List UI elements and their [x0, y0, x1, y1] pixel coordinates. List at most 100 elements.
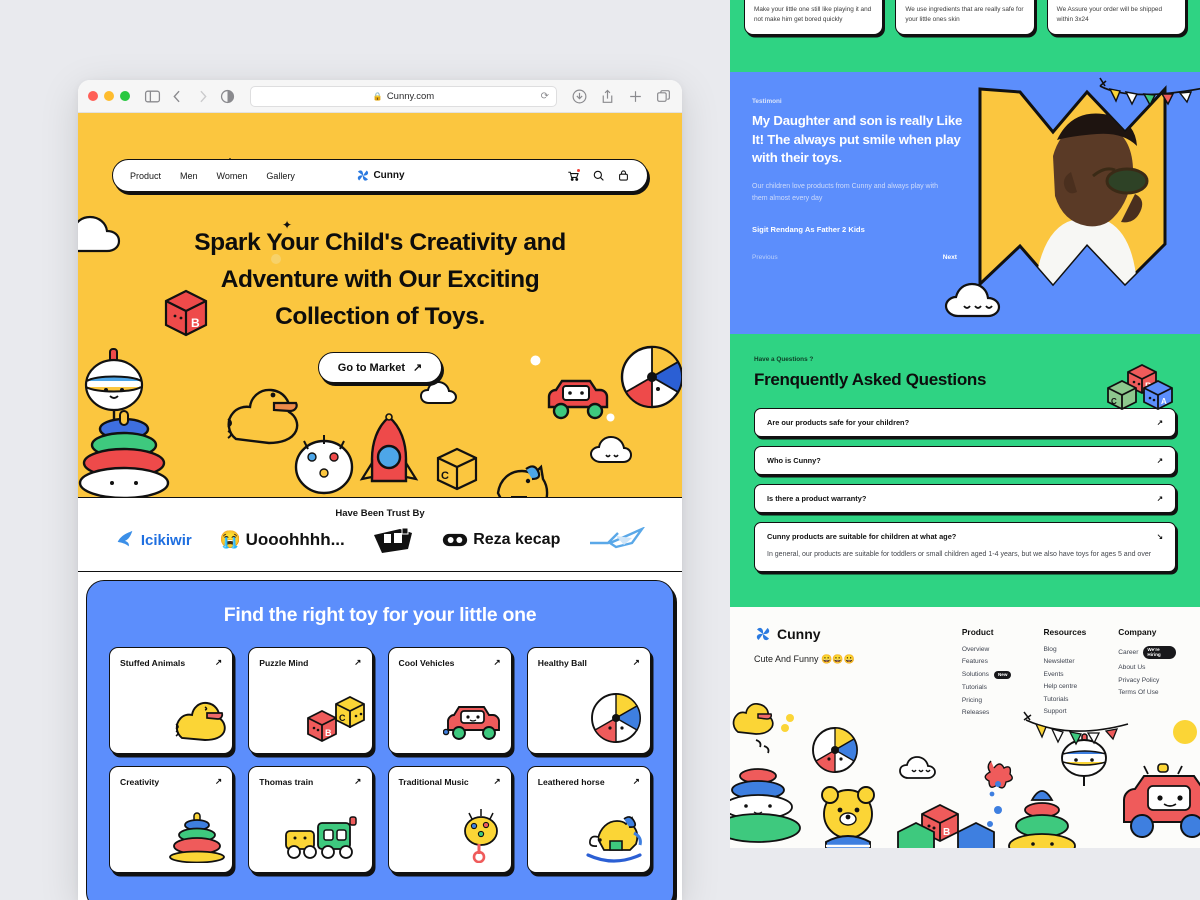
card-label: Stuffed Animals — [120, 657, 186, 668]
train-illustration — [284, 815, 366, 868]
footer-link-help-centre[interactable]: Help centre — [1043, 683, 1086, 690]
bag-icon[interactable] — [617, 169, 630, 182]
pinwheel-icon — [357, 170, 369, 181]
site-nav: Product Men Women Gallery Cunny — [112, 159, 648, 192]
sidebar-icon[interactable] — [144, 88, 161, 105]
faq-answer: In general, our products are suitable fo… — [767, 551, 1152, 558]
footer-link-solutions[interactable]: Solutions New — [962, 670, 1012, 679]
forward-icon[interactable] — [194, 88, 211, 105]
arrow-up-right-icon: ↗ — [1156, 494, 1163, 503]
testimonial-body: Our children love products from Cunny an… — [752, 183, 938, 203]
footer-link-tutorials[interactable]: Tutorials — [962, 684, 1012, 691]
toy-card-leathered-horse[interactable]: Leathered horse ↗ — [526, 766, 651, 873]
share-icon[interactable] — [599, 88, 616, 105]
nav-link-gallery[interactable]: Gallery — [266, 171, 295, 181]
footer-link-newsletter[interactable]: Newsletter — [1043, 658, 1086, 665]
crying-face-icon: 😭 — [219, 530, 241, 549]
cart-icon[interactable] — [567, 168, 581, 182]
card-label: Cool Vehicles — [398, 657, 455, 668]
rocket-illustration — [358, 413, 420, 497]
footer-link-about-us[interactable]: About Us — [1118, 664, 1176, 671]
footer-link-career[interactable]: Career We're Hiring — [1118, 645, 1176, 659]
faq-item-3[interactable]: Is there a product warranty? ↗ — [754, 484, 1176, 513]
toy-card-healthy-ball[interactable]: Healthy Ball ↗ — [526, 647, 651, 754]
download-icon[interactable] — [571, 88, 588, 105]
zoom-window-button[interactable] — [120, 91, 130, 101]
tab-overview-icon[interactable] — [655, 88, 672, 105]
footer-link-privacy-policy[interactable]: Privacy Policy — [1118, 677, 1176, 684]
arrow-up-right-icon: ↗ — [493, 657, 501, 667]
swoosh-icon — [117, 530, 133, 547]
footer-link-features[interactable]: Features — [962, 658, 1012, 665]
arrow-up-right-icon: ↗ — [215, 776, 223, 786]
footer-tagline: Cute And Funny 😀😀😀 — [754, 653, 855, 664]
arrow-up-right-icon: ↗ — [632, 776, 640, 786]
toy-card-traditional-music[interactable]: Traditional Music ↗ — [387, 766, 512, 873]
arrow-up-right-icon: ↗ — [354, 657, 362, 667]
brand-logo[interactable]: Cunny — [355, 168, 405, 183]
footer-column-title: Product — [961, 626, 994, 637]
go-to-market-button[interactable]: Go to Market ↗ — [317, 352, 443, 384]
ring-stacker-illustration — [78, 409, 170, 497]
toy-card-stuffed-animals[interactable]: Stuffed Animals ↗ — [109, 647, 234, 754]
footer-toys-illustration: B — [730, 702, 1200, 848]
abc-blocks-illustration: B C A — [1106, 352, 1178, 421]
logo-label: Uooohhhh... — [245, 530, 345, 549]
logo-label: Reza kecap — [473, 531, 561, 548]
card-label: Traditional Music — [398, 776, 469, 787]
toy-card-puzzle-mind[interactable]: Puzzle Mind ↗ C B — [248, 647, 373, 754]
brand-name: Cunny — [373, 170, 405, 181]
feature-body: Make your little one still like playing … — [754, 6, 872, 23]
nav-link-men[interactable]: Men — [180, 171, 198, 181]
footer-link-events[interactable]: Events — [1043, 671, 1086, 678]
testimonial-next-button[interactable]: Next — [943, 254, 957, 261]
trust-logos: Icikiwir 😭 Uooohhhh... Reza kecap — [78, 519, 682, 553]
footer-link-terms-of-use[interactable]: Terms Of Use — [1118, 689, 1176, 696]
nav-link-product[interactable]: Product — [130, 171, 161, 181]
card-label: Leathered horse — [537, 776, 605, 787]
browser-tools — [571, 88, 672, 105]
faq-question: Cunny products are suitable for children… — [767, 532, 957, 541]
logo-label: Icikiwir — [140, 531, 192, 549]
testimonial-previous-button[interactable]: Previous — [752, 254, 778, 261]
card-label: Thomas train — [259, 776, 314, 787]
find-title: Find the right toy for your little one — [223, 604, 537, 626]
footer-link-overview[interactable]: Overview — [962, 646, 1012, 653]
feature-card-shipping: Fast & Free Shipping We Assure your orde… — [1046, 0, 1186, 35]
footer-logo[interactable]: Cunny — [754, 625, 962, 643]
url-text: Cunny.com — [386, 90, 435, 102]
new-badge: New — [993, 670, 1012, 679]
traffic-lights — [88, 91, 130, 101]
faq-question: Who is Cunny? — [767, 456, 821, 465]
logo-swoosh — [588, 527, 646, 553]
arrow-up-right-icon: ↗ — [413, 362, 423, 375]
svg-text:B: B — [325, 728, 332, 738]
browser-window: 🔒 Cunny.com ⟳ B C Product Men Women Gall… — [78, 80, 682, 900]
pinwheel-icon — [756, 627, 770, 641]
back-icon[interactable] — [169, 88, 186, 105]
nav-link-women[interactable]: Women — [217, 171, 248, 181]
footer-column-title: Resources — [1043, 626, 1087, 637]
train-illustration — [493, 488, 623, 497]
footer-link-blog[interactable]: Blog — [1043, 646, 1086, 653]
close-window-button[interactable] — [88, 91, 98, 101]
faq-item-4-expanded[interactable]: Cunny products are suitable for children… — [754, 522, 1176, 572]
toy-card-creativity[interactable]: Creativity ↗ — [109, 766, 234, 873]
svg-text:C: C — [1111, 397, 1117, 406]
faq-item-2[interactable]: Who is Cunny? ↗ — [754, 446, 1176, 475]
new-tab-icon[interactable] — [627, 88, 644, 105]
search-icon[interactable] — [592, 169, 605, 182]
address-bar[interactable]: 🔒 Cunny.com ⟳ — [250, 85, 557, 107]
reader-view-icon[interactable] — [219, 88, 236, 105]
ball-illustration — [588, 692, 644, 749]
faq-question: Is there a product warranty? — [767, 494, 867, 503]
svg-text:A: A — [1161, 397, 1167, 406]
logo-icikiwir: Icikiwir — [114, 529, 192, 551]
minimize-window-button[interactable] — [104, 91, 114, 101]
reload-icon[interactable]: ⟳ — [541, 91, 549, 102]
svg-text:C: C — [339, 713, 346, 723]
toy-card-cool-vehicles[interactable]: Cool Vehicles ↗ — [387, 647, 512, 754]
toy-card-thomas-train[interactable]: Thomas train ↗ — [248, 766, 373, 873]
testimonial-section: Testimoni My Daughter and son is really … — [730, 72, 1200, 334]
arrow-up-right-icon: ↗ — [354, 776, 362, 786]
